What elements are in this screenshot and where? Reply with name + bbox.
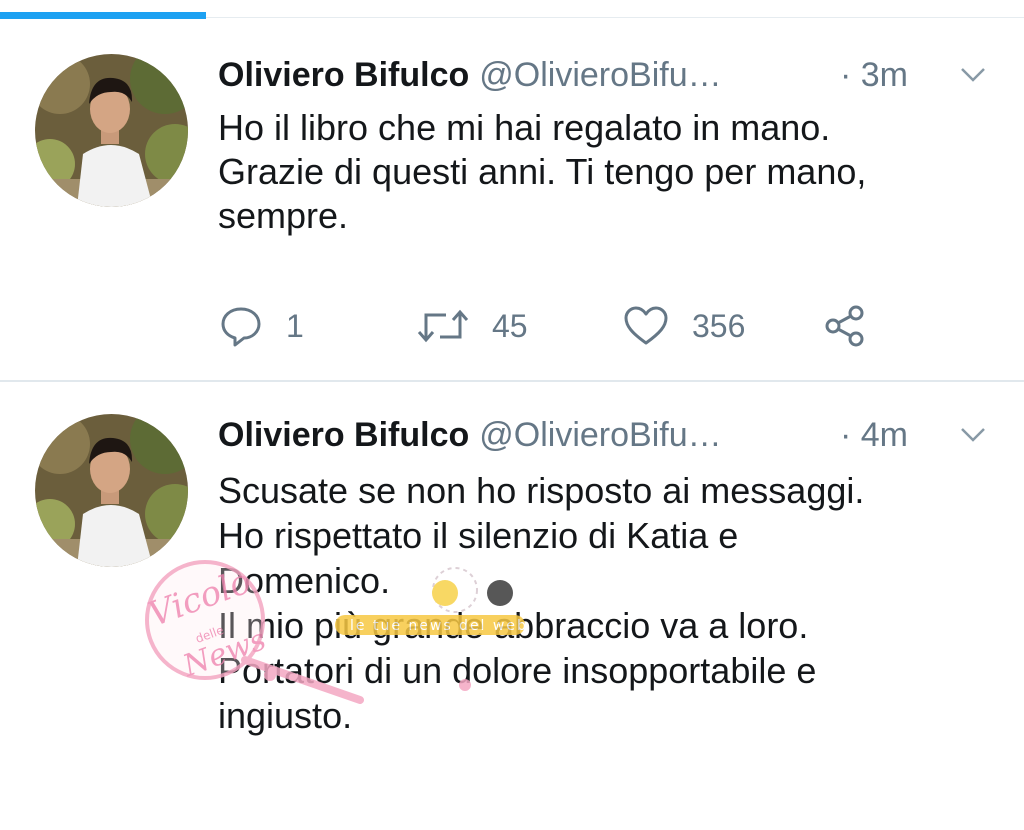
author-name[interactable]: Oliviero Bifulco xyxy=(218,56,469,94)
like-button[interactable]: 356 xyxy=(622,300,745,352)
avatar[interactable] xyxy=(35,414,188,567)
tweet-header: Oliviero Bifulco @OlivieroBifu… · 4m xyxy=(218,416,1004,456)
tweet-line: Scusate se non ho risposto ai messaggi. xyxy=(218,470,865,511)
tweet-text: Scusate se non ho risposto ai messaggi. … xyxy=(218,468,1008,738)
retweet-button[interactable]: 45 xyxy=(416,300,528,352)
tweet-line: ingiusto. xyxy=(218,695,353,736)
author-handle[interactable]: @OlivieroBifu… xyxy=(479,56,721,94)
divider xyxy=(206,17,1024,18)
reply-button[interactable]: 1 xyxy=(218,300,304,352)
tweet-line: Ho rispettato il silenzio di Katia e xyxy=(218,515,739,556)
retweet-count: 45 xyxy=(492,307,528,344)
tweet-line: Domenico. xyxy=(218,560,391,601)
tweet-line: Il mio più grande abbraccio va a loro. xyxy=(218,605,809,646)
like-icon xyxy=(624,306,668,345)
tweet[interactable]: Oliviero Bifulco @OlivieroBifu… · 4m Scus… xyxy=(0,382,1024,830)
author-name[interactable]: Oliviero Bifulco xyxy=(218,416,469,454)
tweet-text: Ho il libro che mi hai regalato in mano.… xyxy=(218,106,1008,238)
like-count: 356 xyxy=(692,307,746,344)
avatar[interactable] xyxy=(35,54,188,207)
reply-icon xyxy=(221,307,261,347)
share-icon xyxy=(825,305,864,347)
retweet-icon xyxy=(417,309,469,343)
tweet-line: Ho il libro che mi hai regalato in mano. xyxy=(218,107,831,148)
tweet-line: Portatori di un dolore insopportabile e xyxy=(218,650,817,691)
share-button[interactable] xyxy=(822,300,868,352)
tweet-time[interactable]: · 4m xyxy=(840,416,908,455)
tweet[interactable]: Oliviero Bifulco @OlivieroBifu… · 3m Ho i… xyxy=(0,20,1024,382)
chevron-down-icon[interactable] xyxy=(958,422,988,446)
reply-count: 1 xyxy=(286,307,304,344)
tweet-header: Oliviero Bifulco @OlivieroBifu… · 3m xyxy=(218,56,1004,96)
tweet-line: Grazie di questi anni. Ti tengo per mano… xyxy=(218,151,867,192)
chevron-down-icon[interactable] xyxy=(958,62,988,86)
loading-progress xyxy=(0,0,1024,20)
progress-bar xyxy=(0,12,206,19)
tweet-line: sempre. xyxy=(218,195,349,236)
tweet-actions: 1 45 356 xyxy=(218,300,878,352)
tweet-time[interactable]: · 3m xyxy=(840,56,908,95)
author-handle[interactable]: @OlivieroBifu… xyxy=(479,416,721,454)
